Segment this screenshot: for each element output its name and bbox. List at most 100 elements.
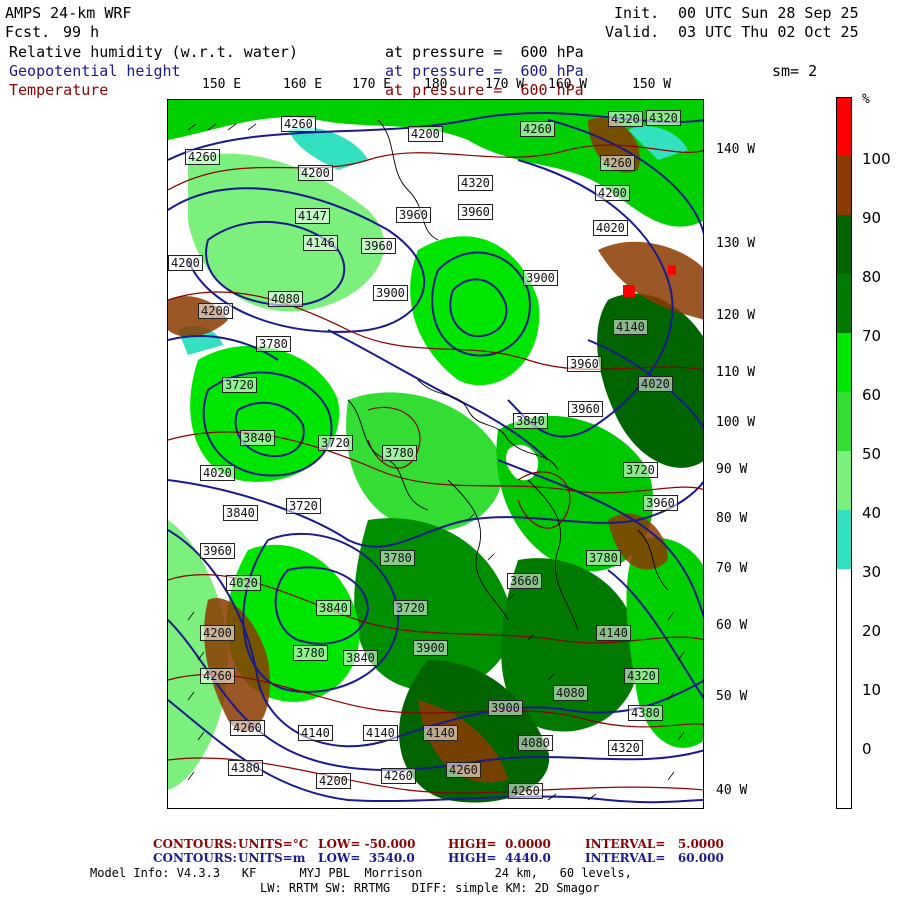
colorbar-segment-90-100 [837, 98, 851, 156]
colorbar-segment-80-90 [837, 156, 851, 215]
side-lon-label: 50 W [716, 689, 748, 704]
height-label: 4080 [553, 685, 588, 701]
forecast-hour: 99 h [63, 23, 100, 41]
height-label: 4200 [316, 773, 351, 789]
valid-time: 03 UTC Thu 02 Oct 25 [678, 23, 859, 41]
height-label: 4200 [198, 303, 233, 319]
colorbar-label: 20 [862, 622, 882, 640]
temp-contour-high: HIGH= 0.0000 [448, 837, 551, 851]
height-label: 3780 [586, 550, 621, 566]
colorbar-label: 50 [862, 445, 882, 463]
height-label: 3720 [286, 498, 321, 514]
field-level-rh: at pressure = 600 hPa [385, 43, 584, 61]
temp-contour-low: LOW= -50.000 [318, 837, 416, 851]
height-label: 3840 [240, 430, 275, 446]
colorbar-segment-40-50 [837, 392, 851, 451]
height-label: 4260 [230, 720, 265, 736]
height-label: 3960 [458, 204, 493, 220]
side-lon-label: 60 W [716, 618, 748, 633]
height-label: 4020 [638, 376, 673, 392]
field-name-temperature: Temperature [9, 81, 109, 99]
height-label: 4080 [268, 291, 303, 307]
lon-label: 150 W [632, 77, 672, 92]
height-label: 4260 [281, 116, 316, 132]
height-label: 4200 [298, 165, 333, 181]
colorbar-label: 100 [862, 150, 891, 168]
height-label: 3780 [380, 550, 415, 566]
height-contour-low: LOW= 3540.0 [318, 851, 415, 865]
colorbar-segment-20-30 [837, 510, 851, 569]
side-lon-label: 70 W [716, 561, 748, 576]
height-label: 4260 [520, 121, 555, 137]
height-label: 4020 [200, 465, 235, 481]
lon-label: 170 W [485, 77, 525, 92]
height-label: 3960 [396, 207, 431, 223]
height-label: 4140 [298, 725, 333, 741]
height-label: 4320 [646, 110, 681, 126]
height-label: 3720 [222, 377, 257, 393]
temp-contour-interval: INTERVAL= 5.0000 [585, 837, 724, 851]
model-info: Model Info: V4.3.3 KF MYJ PBL Morrison 2… [90, 866, 632, 880]
temp-contour-units: UNITS=°C [238, 837, 309, 851]
colorbar-segment-50-60 [837, 333, 851, 392]
height-label: 4380 [228, 760, 263, 776]
height-contour-units: UNITS=m [238, 851, 306, 865]
height-label: 4380 [628, 705, 663, 721]
height-label: 3900 [413, 640, 448, 656]
lon-label: 160 E [283, 77, 323, 92]
height-label: 4200 [168, 255, 203, 271]
side-lon-label: 100 W [716, 415, 756, 430]
height-label: 3780 [256, 336, 291, 352]
colorbar-label: 0 [862, 740, 872, 758]
side-lon-label: 140 W [716, 142, 756, 157]
weather-map[interactable]: 4260 4200 4260 4320 4260 4200 4320 4260 … [167, 99, 704, 809]
height-label: 3960 [200, 543, 235, 559]
height-label: 3960 [568, 401, 603, 417]
lon-label: 150 E [202, 77, 242, 92]
height-label: 3780 [382, 445, 417, 461]
colorbar-label: 60 [862, 386, 882, 404]
height-label: 3960 [361, 238, 396, 254]
height-label: 3960 [567, 356, 602, 372]
height-label: 3780 [293, 645, 328, 661]
side-lon-label: 130 W [716, 236, 756, 251]
side-lon-label: 120 W [716, 308, 756, 323]
height-label: 4200 [200, 625, 235, 641]
valid-label: Valid. [605, 23, 660, 41]
height-label: 3660 [507, 573, 542, 589]
height-label: 4080 [518, 735, 553, 751]
height-label: 3840 [316, 600, 351, 616]
height-contour-interval: INTERVAL= 60.000 [585, 851, 724, 865]
temp-contour-label: CONTOURS: [153, 837, 237, 851]
field-name-rh: Relative humidity (w.r.t. water) [9, 43, 298, 61]
colorbar-label: 30 [862, 563, 882, 581]
height-label: 4140 [613, 319, 648, 335]
forecast-label: Fcst. [5, 23, 51, 41]
colorbar-segment-30-40 [837, 451, 851, 510]
height-label: 4260 [185, 149, 220, 165]
height-label: 4320 [608, 740, 643, 756]
height-label: 3720 [623, 462, 658, 478]
colorbar [836, 97, 852, 809]
side-lon-label: 90 W [716, 462, 748, 477]
height-label: 4140 [423, 725, 458, 741]
height-contour-label: CONTOURS: [153, 851, 237, 865]
colorbar-label: 40 [862, 504, 882, 522]
height-label: 4200 [408, 126, 443, 142]
lon-label: 170 E [352, 77, 392, 92]
height-label: 3840 [343, 650, 378, 666]
height-label: 4140 [596, 625, 631, 641]
height-label: 4200 [595, 185, 630, 201]
height-label: 4147 [295, 208, 330, 224]
height-label: 4140 [363, 725, 398, 741]
height-label: 3900 [488, 700, 523, 716]
model-title: AMPS 24-km WRF [5, 4, 132, 22]
colorbar-unit: % [862, 92, 870, 107]
field-name-height: Geopotential height [9, 62, 181, 80]
colorbar-label: 90 [862, 209, 882, 227]
height-label: 4020 [226, 575, 261, 591]
height-label: 4320 [608, 111, 643, 127]
height-label: 3960 [643, 495, 678, 511]
height-label: 3900 [373, 285, 408, 301]
init-time: 00 UTC Sun 28 Sep 25 [678, 4, 859, 22]
